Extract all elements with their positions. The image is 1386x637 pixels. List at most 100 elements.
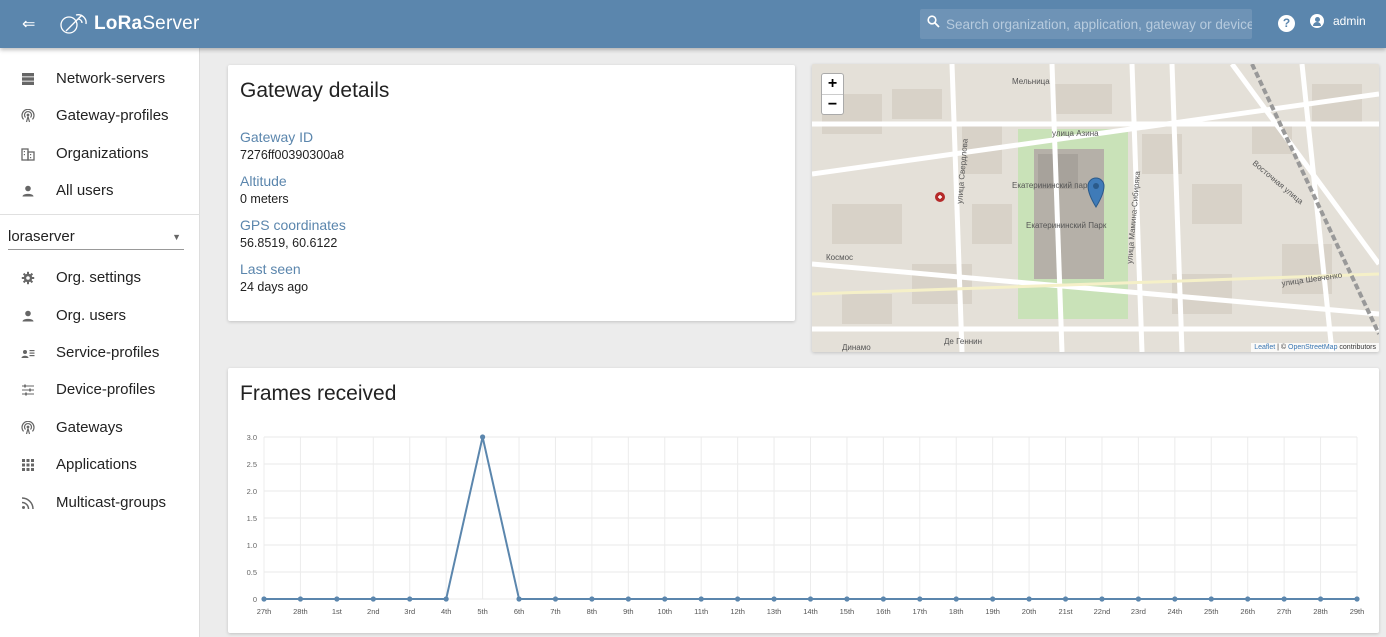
data-point (1172, 596, 1178, 602)
global-search (920, 9, 1252, 39)
sidebar-divider (0, 214, 200, 215)
gateway-details-card: Gateway details Gateway ID 7276ff0039030… (228, 65, 795, 321)
help-icon[interactable]: ? (1278, 15, 1295, 32)
data-point (1135, 596, 1141, 602)
data-point (662, 596, 668, 602)
sidebar-item-multicast-groups[interactable]: Multicast-groups (0, 484, 200, 521)
gateway-id-field: Gateway ID 7276ff00390300a8 (240, 129, 344, 162)
x-tick-label: 13th (767, 607, 782, 616)
data-point (807, 596, 814, 602)
chevron-down-icon: ▼ (172, 231, 181, 242)
data-point (1208, 596, 1214, 602)
field-value: 0 meters (240, 192, 289, 206)
zoom-in-button[interactable]: + (822, 74, 843, 94)
data-point (261, 596, 267, 602)
card-title: Gateway details (240, 79, 390, 102)
x-tick-label: 2nd (367, 607, 380, 616)
svg-text:Екатерининский парк: Екатерининский парк (1012, 181, 1091, 190)
sidebar-item-network-servers[interactable]: Network-servers (0, 60, 200, 97)
x-tick-label: 27th (1277, 607, 1292, 616)
brand-logo[interactable]: LoRaServer (56, 11, 199, 37)
leaflet-link[interactable]: Leaflet (1254, 344, 1275, 351)
search-input[interactable] (946, 9, 1252, 39)
data-point (917, 596, 923, 602)
osm-link[interactable]: OpenStreetMap (1288, 344, 1337, 351)
y-tick-label: 1.0 (247, 541, 257, 550)
sidebar-item-applications[interactable]: Applications (0, 446, 200, 483)
data-point (880, 596, 886, 602)
svg-text:Мельница: Мельница (1012, 77, 1050, 86)
organization-select[interactable]: loraserver ▼ (8, 224, 184, 250)
rss-icon (0, 496, 56, 510)
radio-tower-icon (0, 420, 56, 435)
x-tick-label: 26th (1240, 607, 1255, 616)
search-icon (920, 15, 946, 33)
data-point (1354, 596, 1360, 602)
x-tick-label: 15th (840, 607, 855, 616)
data-point (771, 596, 777, 602)
data-point (516, 596, 522, 602)
x-tick-label: 12th (730, 607, 745, 616)
field-value: 56.8519, 60.6122 (240, 236, 338, 250)
y-tick-label: 0.5 (247, 568, 257, 577)
svg-text:Динамо: Динамо (842, 343, 871, 352)
data-point (1281, 596, 1287, 602)
apps-icon (0, 458, 56, 472)
data-point (370, 596, 376, 602)
x-tick-label: 25th (1204, 607, 1219, 616)
x-tick-label: 11th (694, 607, 708, 616)
x-tick-label: 21st (1058, 607, 1073, 616)
sidebar-item-service-profiles[interactable]: Service-profiles (0, 334, 200, 371)
frames-received-card: Frames received 0 0.5 1.0 1.5 2.0 2.5 3.0 27th 2… (228, 368, 1379, 633)
field-label: Last seen (240, 261, 301, 277)
y-tick-label: 2.5 (247, 460, 257, 469)
tune-icon (0, 383, 56, 397)
data-point (552, 596, 559, 602)
x-tick-label: 1st (332, 607, 343, 616)
data-point (1026, 596, 1032, 602)
radio-tower-icon (0, 108, 56, 123)
user-name: admin (1333, 14, 1366, 28)
y-tick-label: 0 (253, 595, 257, 604)
data-point (1317, 596, 1324, 602)
y-tick-label: 2.0 (247, 487, 257, 496)
data-point (443, 596, 449, 602)
x-tick-label: 16th (876, 607, 891, 616)
sidebar-item-gateway-profiles[interactable]: Gateway-profiles (0, 97, 200, 134)
x-tick-label: 6th (514, 607, 524, 616)
x-tick-label: 18th (949, 607, 964, 616)
sidebar-item-all-users[interactable]: All users (0, 172, 200, 209)
x-tick-label: 24th (1168, 607, 1183, 616)
gateway-map[interactable]: Мельница Екатерининский парк Екатерининс… (812, 64, 1379, 352)
svg-text:Космос: Космос (826, 253, 853, 262)
data-point (407, 596, 413, 602)
x-tick-label: 22nd (1094, 607, 1111, 616)
menu-collapse-icon[interactable]: ⇐ (22, 14, 50, 34)
x-tick-label: 20th (1022, 607, 1037, 616)
x-tick-label: 5th (477, 607, 487, 616)
loraserver-logo-icon (60, 14, 87, 34)
field-label: Altitude (240, 173, 287, 189)
map-tiles[interactable]: Мельница Екатерининский парк Екатерининс… (812, 64, 1379, 352)
field-label: Gateway ID (240, 129, 314, 145)
x-tick-label: 28th (293, 607, 308, 616)
account-icon (0, 309, 56, 323)
x-tick-label: 23rd (1131, 607, 1146, 616)
sidebar-item-org-settings[interactable]: Org. settings (0, 259, 200, 296)
svg-text:Екатерининский Парк: Екатерининский Парк (1026, 221, 1107, 230)
data-point (297, 596, 304, 602)
svg-text:Де Геннин: Де Геннин (944, 337, 982, 346)
field-value: 7276ff00390300a8 (240, 148, 345, 162)
sidebar-item-device-profiles[interactable]: Device-profiles (0, 371, 200, 408)
user-menu-button[interactable]: admin (1310, 14, 1366, 28)
field-value: 24 days ago (240, 280, 309, 294)
data-point (589, 596, 595, 602)
sidebar-item-org-users[interactable]: Org. users (0, 297, 200, 334)
sidebar-item-gateways[interactable]: Gateways (0, 409, 200, 446)
sidebar-item-organizations[interactable]: Organizations (0, 135, 200, 172)
app-header: ⇐ LoRaServer ? admin (0, 0, 1386, 48)
svg-text:улица Азина: улица Азина (1052, 129, 1099, 138)
zoom-out-button[interactable]: − (822, 94, 843, 114)
account-icon (0, 184, 56, 198)
x-tick-label: 10th (657, 607, 672, 616)
